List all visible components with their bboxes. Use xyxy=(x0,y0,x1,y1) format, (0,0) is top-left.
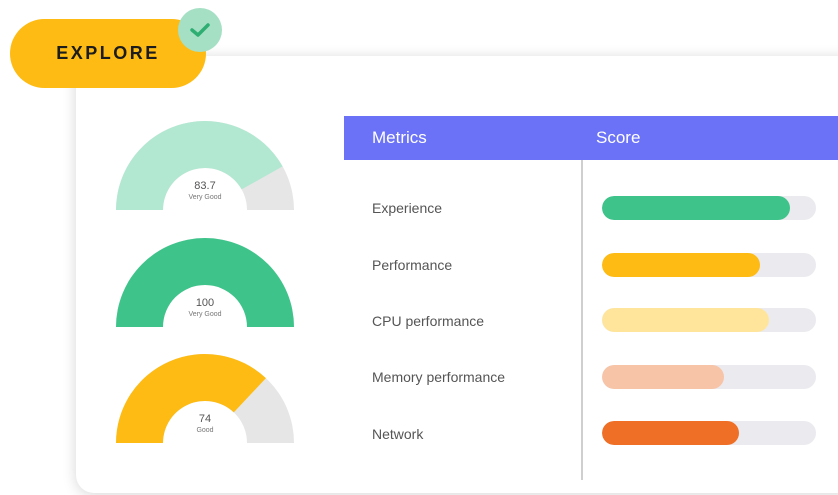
metric-label: Memory performance xyxy=(372,369,506,385)
column-divider xyxy=(581,160,583,480)
score-bar-fill xyxy=(602,365,724,389)
gauge-value: 100 xyxy=(195,297,215,309)
score-column-header: Score xyxy=(596,128,641,147)
metric-label: Performance xyxy=(372,257,453,273)
metric-label: Experience xyxy=(372,200,443,216)
explore-label: EXPLORE xyxy=(56,43,160,63)
table-header: Metrics Score xyxy=(344,116,838,160)
score-bar xyxy=(602,365,816,389)
score-bar xyxy=(602,421,816,445)
gauge-value: 83.7 xyxy=(194,180,216,192)
check-icon xyxy=(178,8,222,52)
score-bar-fill xyxy=(602,308,769,332)
score-bar-fill xyxy=(602,421,739,445)
metric-label: CPU performance xyxy=(372,313,485,329)
explore-button[interactable]: EXPLORE xyxy=(10,19,206,88)
score-bar xyxy=(602,196,816,220)
metric-label: Network xyxy=(372,426,424,442)
score-bar-fill xyxy=(602,196,791,220)
gauge-value: 74 xyxy=(198,413,212,425)
score-bar xyxy=(602,308,816,332)
gauge-overall: 74 Good xyxy=(116,353,294,443)
gauge-experience: 83.7 Very Good xyxy=(116,120,294,210)
gauge-performance: 100 Very Good xyxy=(116,237,294,327)
metrics-column-header: Metrics xyxy=(372,128,427,147)
gauge-label: Very Good xyxy=(188,194,222,201)
score-bar-fill xyxy=(602,253,761,277)
score-bar xyxy=(602,253,816,277)
gauge-label: Good xyxy=(196,427,214,434)
gauge-label: Very Good xyxy=(188,311,222,318)
